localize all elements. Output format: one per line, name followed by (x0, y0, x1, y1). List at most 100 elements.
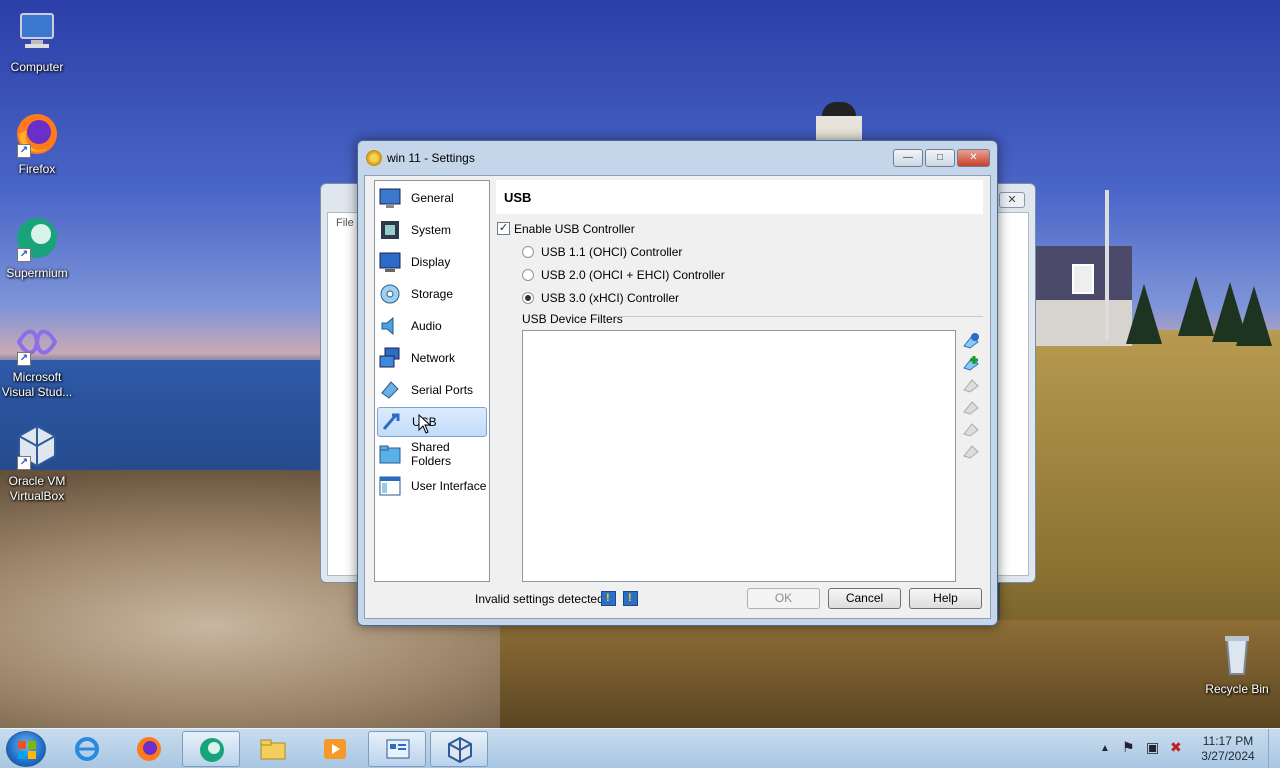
usb-1-1-radio[interactable] (522, 246, 534, 258)
dialog-title: win 11 - Settings (387, 151, 475, 165)
desktop-icon-label: Oracle VM VirtualBox (8, 474, 66, 503)
section-title: USB (504, 190, 532, 205)
mouse-cursor-icon (418, 414, 432, 434)
desktop-icon-label: Computer (10, 60, 64, 74)
usb-filters-label: USB Device Filters (522, 312, 623, 326)
usb-3-0-label[interactable]: USB 3.0 (xHCI) Controller (541, 291, 679, 305)
desktop-icon-virtualbox[interactable]: ↗ Oracle VM VirtualBox (0, 422, 74, 504)
manager-menu-file[interactable]: File (336, 217, 354, 229)
nav-item-label: System (411, 223, 452, 237)
remove-filter-icon[interactable] (962, 398, 980, 416)
internet-explorer-icon (75, 737, 99, 761)
show-desktop-button[interactable] (1268, 729, 1280, 768)
edit-filter-icon[interactable] (962, 376, 980, 394)
tray-expand-icon[interactable]: ▲ (1100, 743, 1110, 754)
minimize-button[interactable]: — (893, 149, 923, 167)
desktop-wallpaper-tree (1236, 286, 1272, 346)
nav-item-storage[interactable]: Storage (377, 279, 487, 309)
usb-3-0-radio[interactable] (522, 292, 534, 304)
taskbar-control-panel[interactable] (368, 731, 426, 767)
desktop-icon-label: Firefox (18, 162, 56, 176)
warning-icon[interactable] (623, 591, 638, 606)
shortcut-arrow-icon: ↗ (17, 352, 31, 366)
serial-ports-icon (379, 379, 401, 401)
media-player-icon (324, 739, 346, 759)
nav-item-label: General (411, 191, 454, 205)
shortcut-arrow-icon: ↗ (17, 144, 31, 158)
nav-item-network[interactable]: Network (377, 343, 487, 373)
nav-item-display[interactable]: Display (377, 247, 487, 277)
nav-item-general[interactable]: General (377, 183, 487, 213)
taskbar-file-explorer[interactable] (244, 731, 302, 767)
close-button[interactable]: ✕ (957, 149, 990, 167)
desktop-icon-label: Supermium (6, 266, 68, 280)
firefox-icon (137, 737, 161, 761)
usb-filters-list[interactable] (522, 330, 956, 582)
usb-1-1-label[interactable]: USB 1.1 (OHCI) Controller (541, 245, 682, 259)
taskbar-virtualbox[interactable] (430, 731, 488, 767)
add-from-device-icon[interactable] (962, 354, 980, 372)
shared-folders-icon (379, 443, 401, 465)
shortcut-arrow-icon: ↗ (17, 456, 31, 470)
supermium-icon (200, 738, 224, 762)
virtualbox-icon (448, 736, 472, 764)
general-icon (379, 187, 401, 209)
add-filter-icon[interactable] (962, 332, 980, 350)
move-up-icon[interactable] (962, 420, 980, 438)
nav-item-shared-folders[interactable]: Shared Folders (377, 439, 487, 469)
nav-item-label: Display (411, 255, 451, 269)
desktop-wallpaper-flagpole (1105, 190, 1109, 340)
warning-icon[interactable] (601, 591, 616, 606)
group-divider (618, 316, 983, 317)
taskbar-media-player[interactable] (306, 731, 364, 767)
cancel-button[interactable]: Cancel (828, 588, 901, 609)
settings-dialog[interactable]: win 11 - Settings — □ ✕ General System D… (357, 140, 998, 626)
computer-icon (13, 8, 61, 56)
desktop-wallpaper-lighthouse (812, 92, 866, 142)
usb-2-0-label[interactable]: USB 2.0 (OHCI + EHCI) Controller (541, 268, 725, 282)
nav-item-audio[interactable]: Audio (377, 311, 487, 341)
taskbar-firefox[interactable] (120, 731, 178, 767)
start-button[interactable] (6, 731, 46, 767)
recycle-bin-icon (1213, 630, 1261, 678)
desktop-icon-visual-studio[interactable]: ↗ Microsoft Visual Stud... (0, 318, 74, 400)
enable-usb-checkbox[interactable]: ✓ (497, 222, 510, 235)
control-panel-icon (386, 739, 410, 759)
taskbar-internet-explorer[interactable] (58, 731, 116, 767)
manager-close-button[interactable]: ✕ (999, 192, 1025, 208)
desktop-wallpaper-ground (500, 620, 1280, 728)
shortcut-arrow-icon: ↗ (17, 248, 31, 262)
desktop-icon-firefox[interactable]: ↗ Firefox (0, 110, 74, 177)
display-icon (379, 251, 401, 273)
user-interface-icon (379, 475, 401, 497)
volume-muted-icon[interactable]: ✖ (1170, 739, 1182, 756)
desktop-wallpaper-house (1036, 240, 1132, 346)
nav-item-serial-ports[interactable]: Serial Ports (377, 375, 487, 405)
system-icon (379, 219, 401, 241)
network-tray-icon[interactable]: ▣ (1146, 739, 1159, 756)
nav-item-user-interface[interactable]: User Interface (377, 471, 487, 501)
audio-icon (379, 315, 401, 337)
ok-button[interactable]: OK (747, 588, 820, 609)
nav-item-label: Audio (411, 319, 442, 333)
desktop-icon-supermium[interactable]: ↗ Supermium (0, 214, 74, 281)
usb-2-0-radio[interactable] (522, 269, 534, 281)
taskbar: ▲ ⚑ ▣ ✖ 11:17 PM 3/27/2024 (0, 728, 1280, 768)
desktop-icon-label: Microsoft Visual Stud... (1, 370, 73, 399)
clock-date: 3/27/2024 (1201, 749, 1255, 763)
desktop-wallpaper-tree (1126, 284, 1162, 344)
action-center-flag-icon[interactable]: ⚑ (1122, 739, 1135, 756)
maximize-button[interactable]: □ (925, 149, 955, 167)
nav-item-label: User Interface (411, 479, 487, 493)
desktop-icon-computer[interactable]: Computer (0, 8, 74, 75)
help-button[interactable]: Help (909, 588, 982, 609)
enable-usb-label[interactable]: Enable USB Controller (514, 222, 635, 236)
move-down-icon[interactable] (962, 442, 980, 460)
nav-item-system[interactable]: System (377, 215, 487, 245)
taskbar-supermium[interactable] (182, 731, 240, 767)
desktop-icon-recycle-bin[interactable]: Recycle Bin (1200, 630, 1274, 697)
dialog-titlebar[interactable]: win 11 - Settings — □ ✕ (358, 141, 997, 175)
clock-time: 11:17 PM (1202, 734, 1254, 748)
nav-item-usb[interactable]: USB (377, 407, 487, 437)
taskbar-clock[interactable]: 11:17 PM 3/27/2024 (1196, 734, 1260, 764)
